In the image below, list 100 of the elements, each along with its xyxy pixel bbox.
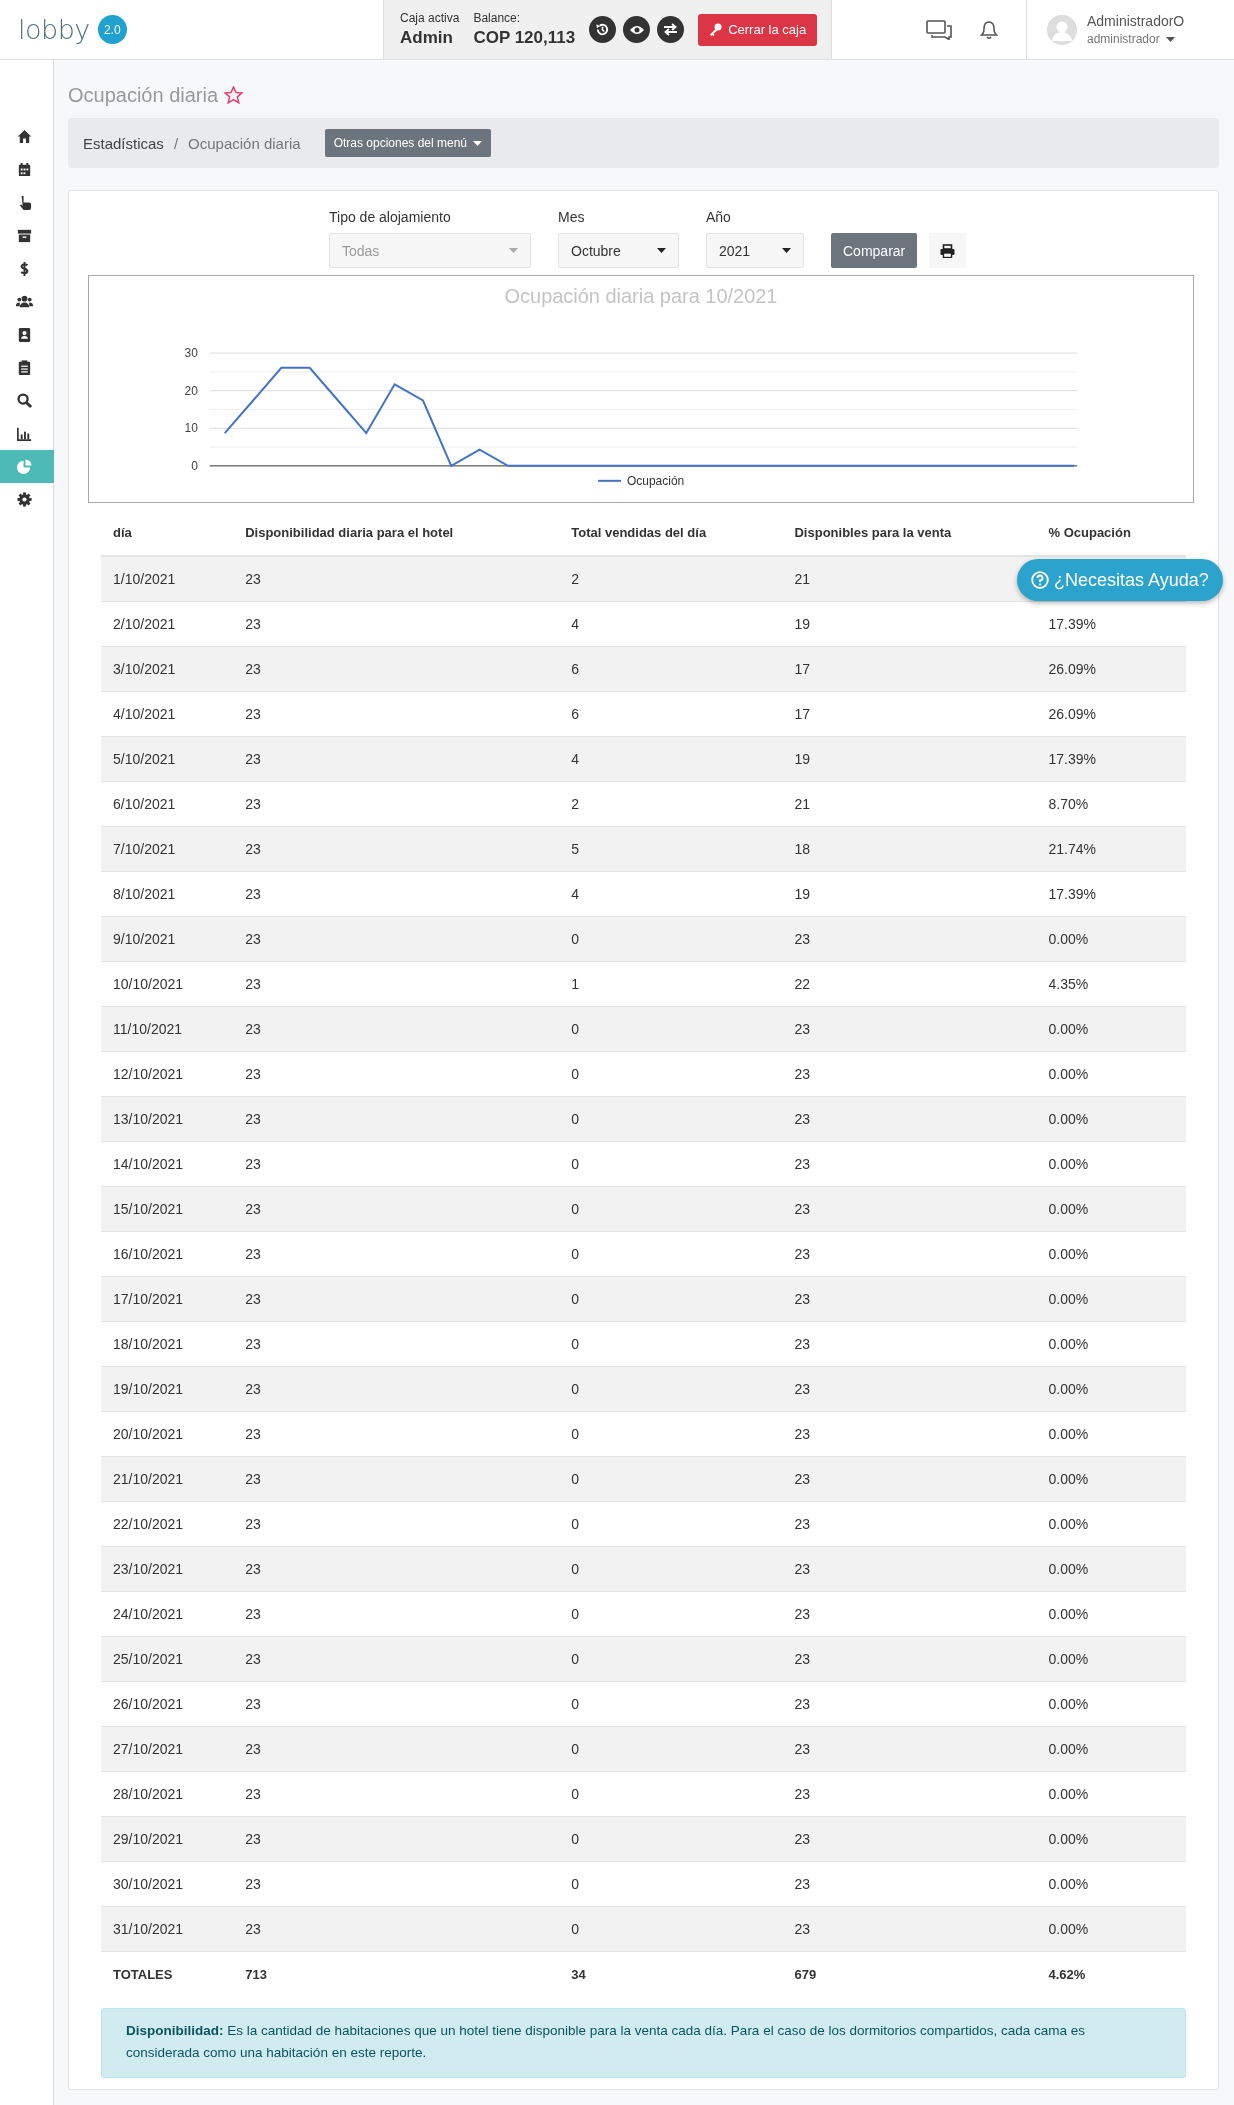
select-field[interactable]: Octubre [558,233,679,268]
table-cell: 0.00% [1036,1276,1186,1322]
table-cell: 21.74% [1036,826,1186,872]
table-cell: 23 [782,1546,1037,1592]
logo: lobby [18,14,90,45]
table-cell: 17/10/2021 [101,1276,234,1322]
table-cell: 18 [782,826,1037,872]
archive-icon [15,227,33,244]
table-cell: 31/10/2021 [101,1906,234,1952]
legend-marker [597,479,623,482]
filter-label: Mes [558,209,586,225]
table-cell: 23 [233,1906,560,1952]
table-cell: 23 [233,736,560,782]
caret-icon [509,248,518,253]
axis-label: 10 [184,421,198,436]
close-cash-button[interactable]: Cerrar la caja [698,13,818,46]
table-cell: 0.00% [1036,1366,1186,1412]
table-cell: 29/10/2021 [101,1816,234,1862]
table-cell: 23 [233,916,560,962]
question-icon [1031,571,1049,589]
table-cell: 0 [559,1456,783,1502]
table-cell: 0.00% [1036,916,1186,962]
table-cell: 23 [233,1276,560,1322]
table-cell: 23 [233,556,560,602]
table-cell: 23 [782,1906,1037,1952]
cash-label: Caja activa [400,11,460,25]
eye-button[interactable] [623,16,651,43]
table-cell: 23 [233,1186,560,1232]
table-cell: 0.00% [1036,1636,1186,1682]
total-cell: 679 [782,1951,1037,1996]
table-cell: 23 [233,1816,560,1862]
table-cell: 21/10/2021 [101,1456,234,1502]
table-cell: 7/10/2021 [101,826,234,872]
caret-icon [1165,36,1175,42]
table-cell: 0.00% [1036,1006,1186,1052]
table-cell: 23 [782,1726,1037,1772]
users-icon [15,293,33,310]
balance-value: COP 120,113 [473,28,576,48]
eye-icon [628,23,645,36]
table-cell: 0 [559,1096,783,1142]
total-cell: 34 [559,1951,783,1996]
star-icon[interactable] [224,86,244,104]
help-button[interactable]: ¿Necesitas Ayuda? [1017,559,1223,601]
table-cell: 23 [782,1096,1037,1142]
table-cell: 23 [782,916,1037,962]
table-cell: 23 [782,1186,1037,1232]
table-cell: 23 [782,1276,1037,1322]
table-cell: 0.00% [1036,1096,1186,1142]
table-cell: 23 [233,1456,560,1502]
bell-icon[interactable] [980,19,998,40]
version-badge: 2.0 [97,15,127,44]
table-cell: 17.39% [1036,736,1186,782]
table-cell: 23 [233,1006,560,1052]
table-cell: 0 [559,1816,783,1862]
menu-options-button[interactable]: Otras opciones del menú [324,129,492,157]
table-cell: 27/10/2021 [101,1726,234,1772]
table-cell: 0.00% [1036,1906,1186,1952]
table-cell: 0.00% [1036,1186,1186,1232]
table-cell: 0 [559,1276,783,1322]
bar-chart-icon [15,425,33,442]
table-cell: 21 [782,556,1037,602]
table-cell: 0.00% [1036,1726,1186,1772]
caret-icon [657,248,666,253]
print-icon[interactable] [929,233,967,268]
gear-icon [15,491,33,508]
table-cell: 23 [782,1816,1037,1862]
swap-button[interactable] [657,16,685,43]
table-cell: 23 [782,1456,1037,1502]
table-cell: 5/10/2021 [101,736,234,782]
chart-title: Ocupación diaria para 10/2021 [504,285,778,308]
table-cell: 23 [782,1636,1037,1682]
breadcrumb-link[interactable]: Estadísticas [83,134,164,152]
history-button[interactable] [589,16,617,43]
axis-label: 30 [184,346,198,361]
search-icon [15,392,33,409]
table-cell: 0.00% [1036,1816,1186,1862]
pie-chart-icon [15,458,33,475]
history-icon [595,22,611,37]
table-cell: 4 [559,736,783,782]
table-cell: 0 [559,1636,783,1682]
user-role[interactable]: administrador [1087,32,1160,46]
total-cell: TOTALES [101,1951,234,1996]
chat-icon[interactable] [926,19,952,40]
table-cell: 1/10/2021 [101,556,234,602]
table-cell: 0 [559,1186,783,1232]
select-field[interactable]: 2021 [706,233,804,268]
table-cell: 0 [559,916,783,962]
compare-button[interactable]: Comparar [831,233,918,268]
table-cell: 11/10/2021 [101,1006,234,1052]
table-cell: 23 [233,1366,560,1412]
total-cell: 4.62% [1036,1951,1186,1996]
axis-label: 0 [191,458,198,473]
key-icon [709,23,723,36]
table-cell: 23 [233,826,560,872]
filter-label: Tipo de alojamiento [329,209,452,225]
home-icon [15,128,33,145]
axis-label: 20 [184,383,198,398]
table-cell: 23 [233,646,560,692]
balance-label: Balance: [473,11,522,25]
table-cell: 23 [782,1006,1037,1052]
